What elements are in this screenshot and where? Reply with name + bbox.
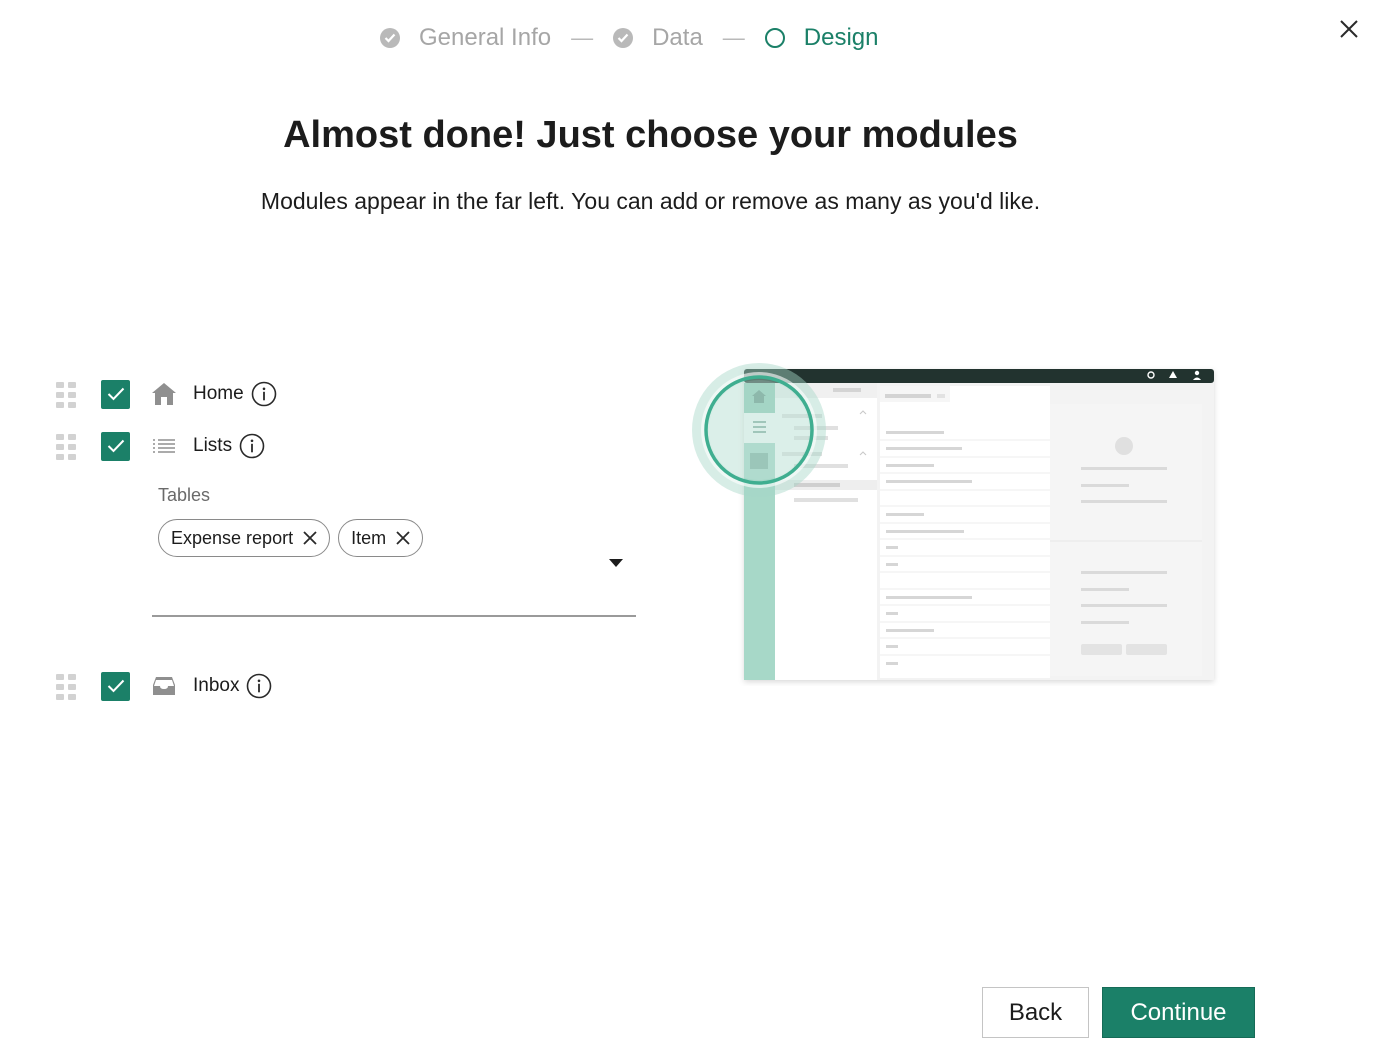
module-row-inbox: Inbox: [56, 670, 272, 702]
checkmark-icon: [107, 439, 124, 453]
info-icon[interactable]: [251, 381, 277, 407]
remove-chip-icon[interactable]: [301, 529, 319, 547]
checkmark-icon: [107, 679, 124, 693]
app-preview-illustration: [686, 356, 1226, 686]
step-data: Data: [613, 24, 703, 52]
close-icon: [1340, 20, 1358, 38]
info-icon[interactable]: [246, 673, 272, 699]
module-checkbox-lists[interactable]: [101, 431, 130, 461]
step-label: General Info: [419, 24, 552, 51]
step-general-info: General Info: [380, 24, 551, 52]
remove-chip-icon[interactable]: [394, 529, 412, 547]
step-design: Design: [764, 24, 879, 52]
list-icon: [151, 433, 177, 459]
page-subtitle: Modules appear in the far left. You can …: [260, 188, 1041, 214]
module-label: Lists: [193, 435, 233, 456]
info-icon[interactable]: [239, 433, 265, 459]
back-button[interactable]: Back: [982, 987, 1089, 1038]
step-label: Design: [803, 24, 879, 51]
progress-stepper: General Info — Data — Design: [380, 22, 879, 54]
circle-outline-icon: [764, 28, 785, 48]
module-label: Inbox: [193, 675, 240, 696]
drag-handle-icon[interactable]: [56, 434, 76, 460]
step-separator: —: [571, 25, 594, 50]
dropdown-arrow-icon[interactable]: [609, 559, 623, 567]
drag-handle-icon[interactable]: [56, 382, 76, 408]
module-checkbox-home[interactable]: [101, 379, 130, 409]
page-title: Almost done! Just choose your modules: [283, 114, 1018, 156]
chip-label: Expense report: [171, 527, 294, 548]
inbox-icon: [151, 673, 177, 699]
module-label: Home: [193, 383, 244, 404]
check-circle-icon: [613, 28, 634, 48]
close-button[interactable]: [1334, 14, 1364, 44]
checkmark-icon: [107, 387, 124, 401]
tables-chip-list: Expense report Item: [158, 519, 431, 557]
continue-button[interactable]: Continue: [1102, 987, 1255, 1038]
tables-label: Tables: [158, 485, 211, 505]
table-chip: Expense report: [158, 519, 331, 557]
home-icon: [151, 381, 177, 407]
check-circle-icon: [380, 28, 400, 48]
select-underline: [152, 615, 636, 617]
step-label: Data: [652, 24, 703, 51]
module-row-home: Home: [56, 378, 277, 410]
table-chip: Item: [338, 519, 424, 557]
module-row-lists: Lists: [56, 430, 265, 462]
chip-label: Item: [351, 527, 387, 548]
module-checkbox-inbox[interactable]: [101, 671, 130, 701]
step-separator: —: [722, 25, 745, 50]
drag-handle-icon[interactable]: [56, 674, 76, 700]
